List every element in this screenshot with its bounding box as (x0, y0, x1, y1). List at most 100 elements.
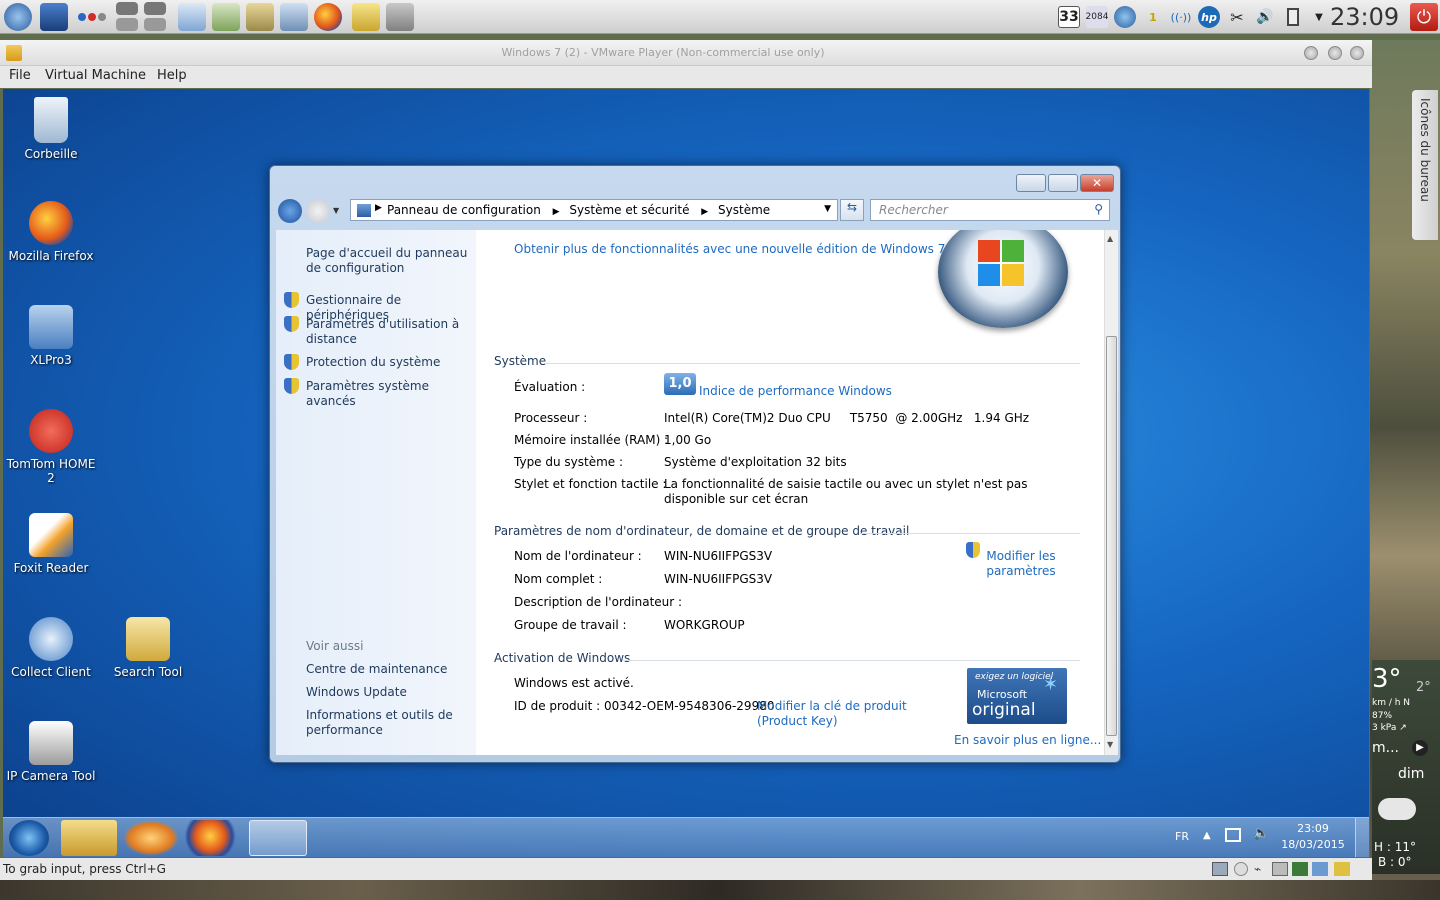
vmware-titlebar[interactable]: Windows 7 (2) - VMware Player (Non-comme… (0, 40, 1372, 66)
desktop-icon-firefox[interactable]: Mozilla Firefox (3, 201, 99, 263)
desktop-icon-search-tool[interactable]: Search Tool (100, 617, 196, 679)
processor-label: Processeur : (514, 411, 588, 425)
taskbar-media-player-icon[interactable] (123, 820, 179, 856)
forward-button[interactable] (306, 199, 330, 223)
back-button[interactable] (278, 199, 302, 223)
link-remote-settings[interactable]: Paramètres d'utilisation à distance (306, 317, 471, 347)
close-button[interactable] (1350, 46, 1364, 60)
genuine-microsoft-badge[interactable]: exigez un logiciel Microsoft original ✶ (967, 668, 1067, 724)
taskbar-explorer-icon[interactable] (61, 820, 117, 856)
search-icon[interactable]: ⚲ (1094, 202, 1103, 216)
photo-viewer-icon[interactable] (280, 3, 308, 31)
chevron-down-icon[interactable]: ▼ (1308, 6, 1330, 28)
desktop-icon[interactable] (40, 3, 68, 31)
rating-badge[interactable]: 1,0 (664, 373, 696, 395)
windows-start-button[interactable] (9, 820, 49, 856)
full-name-value: WIN-NU6IIFPGS3V (664, 572, 773, 586)
battery-icon[interactable] (1282, 6, 1304, 28)
workspace-2-icon[interactable] (144, 2, 166, 15)
chevron-down-icon[interactable]: ▼ (824, 204, 831, 214)
system-window[interactable]: ✕ ▼ ▶ Panneau de configuration ▶ Système… (269, 165, 1121, 763)
trash-icon[interactable] (386, 3, 414, 31)
desktop-icon-tomtom[interactable]: TomTom HOME 2 (3, 409, 99, 485)
menu-file[interactable]: File (9, 68, 31, 83)
firefox-icon[interactable] (314, 3, 342, 31)
usb-icon[interactable]: ⌁ (1254, 862, 1261, 876)
host-clock[interactable]: 23:09 (1330, 3, 1399, 31)
menu-help[interactable]: Help (157, 68, 187, 83)
desktop-icons-tab[interactable]: Icônes du bureau (1412, 90, 1438, 240)
hp-icon[interactable]: hp (1198, 6, 1220, 28)
tools-icon[interactable] (246, 3, 274, 31)
update-icon[interactable]: 1 (1142, 6, 1164, 28)
desktop-icon-recycle-bin[interactable]: Corbeille (3, 97, 99, 161)
link-performance-info[interactable]: Informations et outils de performance (306, 708, 471, 738)
show-hidden-icons[interactable]: ▲ (1203, 830, 1211, 841)
file-manager-icon[interactable] (178, 3, 206, 31)
workspace-1-icon[interactable] (116, 2, 138, 15)
link-change-settings[interactable]: Modifier les paramètres (981, 549, 1061, 579)
link-action-center[interactable]: Centre de maintenance (306, 662, 471, 677)
link-advanced-settings[interactable]: Paramètres système avancés (306, 379, 471, 409)
power-icon[interactable]: ⏻ (1410, 3, 1438, 31)
cd-icon[interactable] (1234, 862, 1248, 876)
message-icon[interactable] (1334, 862, 1350, 876)
menu-virtual-machine[interactable]: Virtual Machine (45, 68, 146, 83)
link-change-product-key[interactable]: Modifier la clé de produit (Product Key) (757, 699, 947, 729)
globe-icon[interactable] (1114, 6, 1136, 28)
scrollbar-thumb[interactable] (1106, 336, 1117, 736)
counter-icon[interactable]: 2084 (1086, 6, 1108, 28)
breadcrumb-control-panel[interactable]: Panneau de configuration (387, 203, 541, 217)
workspace-dots-icon[interactable] (76, 3, 110, 31)
start-menu-icon[interactable] (4, 3, 32, 31)
network-icon[interactable] (1225, 828, 1241, 842)
breadcrumb-system-security[interactable]: Système et sécurité (569, 203, 689, 217)
workspace-3-icon[interactable] (116, 18, 138, 31)
link-control-panel-home[interactable]: Page d'accueil du panneau de configurati… (306, 246, 471, 276)
display-icon[interactable] (1312, 862, 1328, 876)
minimize-button[interactable] (1304, 46, 1318, 60)
scissors-icon[interactable]: ✂ (1226, 6, 1248, 28)
product-id: ID de produit : 00342-OEM-9548306-29980 (514, 699, 775, 713)
guest-clock[interactable]: 23:09 18/03/2015 (1279, 821, 1347, 853)
processor-value: Intel(R) Core(TM)2 Duo CPU T5750 @ 2.00G… (664, 411, 1030, 425)
win-close-button[interactable]: ✕ (1080, 174, 1114, 192)
link-system-protection[interactable]: Protection du système (306, 355, 471, 370)
wifi-icon[interactable]: ((·)) (1170, 6, 1192, 28)
win-minimize-button[interactable] (1016, 174, 1046, 192)
vmware-statusbar: To grab input, press Ctrl+G ⌁ (0, 858, 1372, 880)
link-upgrade-windows[interactable]: Obtenir plus de fonctionnalités avec une… (514, 242, 945, 256)
link-performance-index[interactable]: Indice de performance Windows (699, 384, 892, 398)
language-indicator[interactable]: FR (1175, 830, 1189, 843)
volume-icon[interactable]: 🔊 (1254, 6, 1276, 28)
desktop-icon-ip-camera[interactable]: IP Camera Tool (3, 721, 99, 783)
workspace-4-icon[interactable] (144, 18, 166, 31)
address-field[interactable]: ▶ Panneau de configuration ▶ Système et … (350, 199, 838, 221)
maximize-button[interactable] (1328, 46, 1342, 60)
hdd-icon[interactable] (1212, 862, 1228, 876)
chevron-right-icon: ▶ (552, 207, 560, 217)
scroll-up-icon[interactable]: ▲ (1107, 234, 1113, 243)
show-desktop-button[interactable] (1355, 818, 1369, 857)
link-windows-update[interactable]: Windows Update (306, 685, 471, 700)
printer-icon[interactable] (1272, 862, 1288, 876)
win-maximize-button[interactable] (1048, 174, 1078, 192)
taskbar-control-panel-icon[interactable] (249, 820, 307, 856)
search-input[interactable]: Rechercher ⚲ (870, 199, 1110, 221)
breadcrumb-system[interactable]: Système (718, 203, 770, 217)
scroll-down-icon[interactable]: ▼ (1107, 740, 1113, 749)
desktop-icon-collect-client[interactable]: Collect Client (3, 617, 99, 679)
network-adapter-icon[interactable] (1292, 862, 1308, 876)
link-learn-more[interactable]: En savoir plus en ligne... (954, 733, 1101, 747)
desktop-icon-xlpro3[interactable]: XLPro3 (3, 305, 99, 367)
chevron-right-icon[interactable]: ▶ (1412, 740, 1428, 756)
refresh-icon[interactable]: ⇆ (840, 199, 864, 221)
history-chevron-icon[interactable]: ▼ (333, 206, 339, 215)
calculator-icon[interactable] (212, 3, 240, 31)
taskbar-firefox-icon[interactable] (185, 820, 241, 856)
notes-icon[interactable] (352, 3, 380, 31)
volume-icon[interactable]: 🔈 (1253, 826, 1269, 841)
vertical-scrollbar[interactable]: ▲ ▼ (1104, 230, 1118, 755)
calendar-icon[interactable]: 33 (1058, 6, 1080, 28)
desktop-icon-foxit[interactable]: Foxit Reader (3, 513, 99, 575)
